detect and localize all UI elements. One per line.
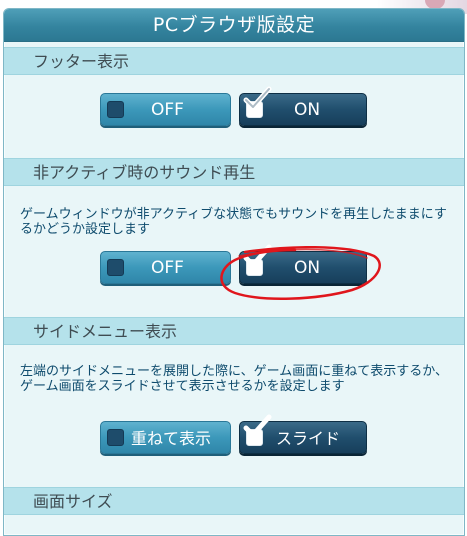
inactive-sound-on-button[interactable]: ON: [239, 244, 367, 284]
checkmark-icon: [243, 414, 272, 438]
side-menu-overlay-label: 重ねて表示: [131, 429, 212, 448]
footer-on-button[interactable]: ON: [239, 86, 367, 126]
side-menu-description: 左端のサイドメニューを展開した際に、ゲーム画面に重ねて表示するか、ゲーム画面をス…: [20, 364, 448, 394]
inactive-sound-off-button[interactable]: OFF: [100, 251, 231, 284]
empty-checkbox-icon: [107, 101, 124, 118]
side-menu-overlay-button[interactable]: 重ねて表示: [100, 421, 231, 454]
panel-title: PCブラウザ版設定: [4, 9, 464, 42]
section-header-inactive-sound: 非アクティブ時のサウンド再生: [4, 158, 464, 186]
inactive-sound-on-label: ON: [294, 258, 321, 278]
settings-panel: PCブラウザ版設定 フッター表示 OFF ON 非アクティブ時のサウンド再生 ゲ…: [3, 8, 465, 536]
empty-checkbox-icon: [107, 259, 124, 276]
checkmark-icon: [243, 86, 272, 110]
empty-checkbox-icon: [107, 429, 124, 446]
section-header-side-menu: サイドメニュー表示: [4, 317, 464, 345]
inactive-sound-off-label: OFF: [151, 258, 184, 278]
side-menu-slide-label: スライド: [276, 429, 341, 448]
footer-off-label: OFF: [151, 100, 184, 120]
inactive-sound-description: ゲームウィンドウが非アクティブな状態でもサウンドを再生したままにするかどうか設定…: [20, 207, 447, 237]
section-header-screen-size: 画面サイズ: [4, 487, 464, 515]
footer-off-button[interactable]: OFF: [100, 93, 231, 126]
checkmark-icon: [243, 244, 272, 268]
side-menu-slide-button[interactable]: スライド: [239, 414, 367, 454]
section-header-footer: フッター表示: [4, 47, 464, 75]
footer-on-label: ON: [294, 100, 321, 120]
